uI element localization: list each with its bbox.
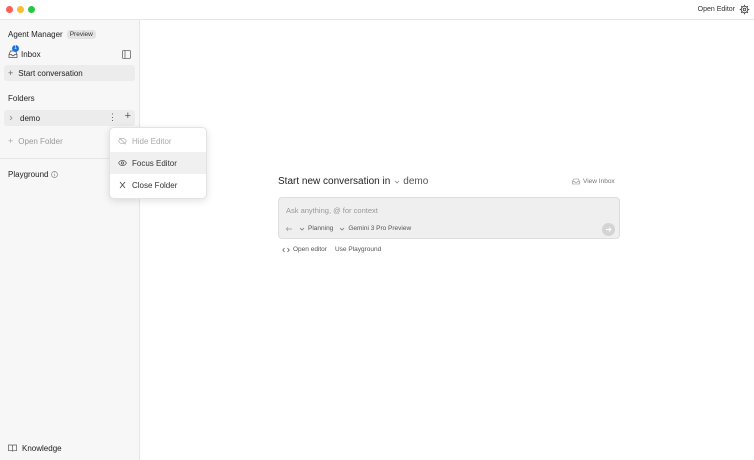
folder-name: demo [20,113,41,123]
preview-badge: Preview [66,30,96,39]
code-icon [282,247,290,252]
menu-item-label: Close Folder [132,180,178,190]
start-conversation-button[interactable]: + Start conversation [4,65,135,81]
sidebar: Agent Manager Preview 1 Inbox + Start co… [0,20,140,460]
playground-heading[interactable]: Playground [8,170,59,179]
attach-icon[interactable] [285,226,293,232]
workspace-name: demo [403,176,429,187]
menu-item-label: Hide Editor [132,136,172,146]
add-conversation-icon[interactable]: + [125,110,131,122]
sidebar-item-label: Start conversation [18,68,83,78]
chevron-down-icon [394,180,400,184]
composer-controls: Planning Gemini 3 Pro Preview [285,225,411,232]
title-bar: Open Editor [0,0,754,20]
eye-icon [118,159,127,167]
heading-text: Start new conversation in [278,176,391,187]
plus-icon: + [8,68,14,78]
workspace-selector[interactable]: demo [394,176,428,187]
chevron-down-icon [299,227,305,231]
sidebar-item-label: Open Folder [18,136,63,146]
chevron-right-icon[interactable] [8,115,14,121]
open-editor-link-label: Open editor [293,246,327,253]
composer-input[interactable]: Ask anything, @ for context [286,206,378,215]
book-icon [8,444,17,452]
inbox-icon: 1 [8,45,19,59]
close-window-button[interactable] [6,6,13,13]
menu-item-label: Focus Editor [132,158,177,168]
maximize-window-button[interactable] [28,6,35,13]
composer-footer-links: Open editor Use Playground [282,246,381,253]
inbox-count-badge: 1 [12,45,19,52]
chevron-down-icon [340,227,345,231]
sidebar-header: Agent Manager Preview [8,30,96,39]
view-inbox-link[interactable]: View Inbox [572,178,615,185]
sidebar-item-label: Knowledge [22,443,62,453]
close-icon [119,181,126,189]
open-editor-link[interactable]: Open editor [282,246,327,253]
menu-item-hide-editor[interactable]: Hide Editor [110,130,206,152]
inbox-icon [572,178,580,185]
menu-item-focus-editor[interactable]: Focus Editor [110,152,206,174]
send-button[interactable] [602,223,615,236]
open-editor-button[interactable]: Open Editor [698,6,735,13]
eye-off-icon [118,137,127,145]
settings-gear-icon[interactable] [739,4,750,15]
playground-label: Playground [8,170,49,179]
toggle-sidebar-icon[interactable] [122,50,131,59]
sidebar-item-knowledge[interactable]: Knowledge [4,440,135,456]
folder-item-demo[interactable]: demo ⋮ + [4,110,135,126]
info-icon[interactable] [51,171,59,178]
mode-selector[interactable]: Planning [299,225,333,232]
mode-label: Planning [308,225,334,232]
model-label: Gemini 3 Pro Preview [348,225,412,232]
minimize-window-button[interactable] [17,6,24,13]
menu-item-close-folder[interactable]: Close Folder [110,174,206,196]
app-title: Agent Manager [8,30,63,39]
arrow-right-icon [606,227,612,232]
new-conversation-heading: Start new conversation in demo [278,176,428,187]
conversation-composer[interactable]: Ask anything, @ for context Planning Gem… [278,197,620,239]
plus-icon: + [8,136,14,146]
folders-heading: Folders [8,94,35,103]
sidebar-item-label: Inbox [21,49,41,59]
sidebar-item-inbox[interactable]: 1 Inbox [4,45,135,62]
folder-context-menu: Hide Editor Focus Editor Close Folder [109,127,207,199]
use-playground-link[interactable]: Use Playground [335,246,381,253]
more-options-icon[interactable]: ⋮ [108,112,117,123]
view-inbox-label: View Inbox [583,178,615,185]
use-playground-link-label: Use Playground [334,246,382,253]
model-selector[interactable]: Gemini 3 Pro Preview [339,225,411,232]
